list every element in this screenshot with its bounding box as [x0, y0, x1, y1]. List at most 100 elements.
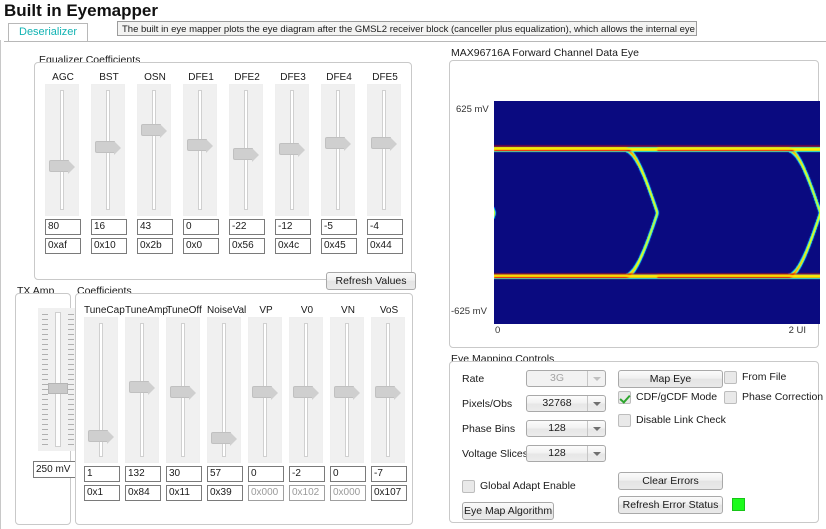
value-field-dfe3[interactable]: -12	[275, 219, 311, 235]
hex-field-vp[interactable]: 0x000	[248, 485, 284, 501]
slider-thumb-osn[interactable]	[141, 124, 161, 136]
hex-field-noiseval[interactable]: 0x39	[207, 485, 243, 501]
eye-diagram-canvas[interactable]	[494, 101, 820, 324]
slider-thumb-noiseval[interactable]	[211, 432, 231, 444]
value-field-v0[interactable]: -2	[289, 466, 325, 482]
slider-thumb-v0[interactable]	[293, 386, 313, 398]
value-field-tuneoff[interactable]: 30	[166, 466, 202, 482]
hex-field-osn[interactable]: 0x2b	[137, 238, 173, 254]
hex-field-dfe5[interactable]: 0x44	[367, 238, 403, 254]
slider-track-agc[interactable]	[45, 84, 79, 216]
slider-thumb-bst[interactable]	[95, 141, 115, 153]
slider-label-tuneamp: TuneAmp	[125, 304, 161, 317]
refresh-error-status-button[interactable]: Refresh Error Status	[618, 496, 723, 514]
slider-track-bst[interactable]	[91, 84, 125, 216]
eye-map-algorithm-button[interactable]: Eye Map Algorithm	[462, 502, 554, 520]
slider-thumb-tuneamp[interactable]	[129, 381, 149, 393]
slider-track-vn[interactable]	[330, 317, 364, 463]
value-field-dfe5[interactable]: -4	[367, 219, 403, 235]
slider-thumb-dfe4[interactable]	[325, 137, 345, 149]
slider-track-dfe3[interactable]	[275, 84, 309, 216]
value-field-tuneamp[interactable]: 132	[125, 466, 161, 482]
slider-label-vp: VP	[248, 304, 284, 317]
hex-field-tuneoff[interactable]: 0x11	[166, 485, 202, 501]
value-field-vn[interactable]: 0	[330, 466, 366, 482]
slider-track-dfe5[interactable]	[367, 84, 401, 216]
slider-thumb-vp[interactable]	[252, 386, 272, 398]
slider-thumb-tuneoff[interactable]	[170, 386, 190, 398]
checkbox-indicator[interactable]	[724, 391, 737, 404]
slider-track-tunecap[interactable]	[84, 317, 118, 463]
pixels-obs-combobox[interactable]: 32768	[526, 395, 606, 412]
phase-bins-combobox[interactable]: 128	[526, 420, 606, 437]
slider-label-dfe4: DFE4	[321, 71, 357, 84]
value-field-osn[interactable]: 43	[137, 219, 173, 235]
slider-label-osn: OSN	[137, 71, 173, 84]
value-field-dfe4[interactable]: -5	[321, 219, 357, 235]
map-eye-button[interactable]: Map Eye	[618, 370, 723, 388]
chevron-down-icon[interactable]	[587, 396, 605, 411]
slider-column-tuneamp: TuneAmp 132 0x84	[125, 304, 161, 501]
slider-thumb-dfe5[interactable]	[371, 137, 391, 149]
tab-deserializer[interactable]: Deserializer	[8, 23, 88, 41]
slider-column-tuneoff: TuneOff 30 0x11	[166, 304, 202, 501]
hex-field-v0[interactable]: 0x102	[289, 485, 325, 501]
hex-field-dfe3[interactable]: 0x4c	[275, 238, 311, 254]
slider-label-vos: VoS	[371, 304, 407, 317]
rate-value: 3G	[527, 371, 587, 386]
slider-track-vos[interactable]	[371, 317, 405, 463]
slider-track-dfe4[interactable]	[321, 84, 355, 216]
slider-column-dfe3: DFE3 -12 0x4c	[275, 71, 311, 254]
chevron-down-icon[interactable]	[587, 446, 605, 461]
slider-track-dfe1[interactable]	[183, 84, 217, 216]
hex-field-dfe4[interactable]: 0x45	[321, 238, 357, 254]
value-field-agc[interactable]: 80	[45, 219, 81, 235]
hex-field-vn[interactable]: 0x000	[330, 485, 366, 501]
tx-amp-thumb[interactable]	[48, 383, 68, 394]
hex-field-tunecap[interactable]: 0x1	[84, 485, 120, 501]
value-field-dfe2[interactable]: -22	[229, 219, 265, 235]
value-field-vp[interactable]: 0	[248, 466, 284, 482]
checkbox-indicator[interactable]	[724, 371, 737, 384]
hex-field-vos[interactable]: 0x107	[371, 485, 407, 501]
clear-errors-button[interactable]: Clear Errors	[618, 472, 723, 490]
chevron-down-icon[interactable]	[587, 421, 605, 436]
checkbox-indicator[interactable]	[618, 391, 631, 404]
slider-track-osn[interactable]	[137, 84, 171, 216]
value-field-dfe1[interactable]: 0	[183, 219, 219, 235]
equalizer-coefficients-group: AGC 80 0xaf BST 16 0x10 OSN 43 0x2b DFE1 0 0x0 DFE2-…	[34, 62, 412, 280]
slider-track-vp[interactable]	[248, 317, 282, 463]
slider-thumb-vos[interactable]	[375, 386, 395, 398]
slider-track-v0[interactable]	[289, 317, 323, 463]
slider-column-bst: BST 16 0x10	[91, 71, 127, 254]
slider-thumb-vn[interactable]	[334, 386, 354, 398]
value-field-noiseval[interactable]: 57	[207, 466, 243, 482]
slider-track-tuneoff[interactable]	[166, 317, 200, 463]
checkbox-indicator[interactable]	[618, 414, 631, 427]
rate-combobox[interactable]: 3G	[526, 370, 606, 387]
value-field-tunecap[interactable]: 1	[84, 466, 120, 482]
chevron-down-icon[interactable]	[587, 371, 605, 386]
slider-thumb-dfe3[interactable]	[279, 143, 299, 155]
slider-track-tuneamp[interactable]	[125, 317, 159, 463]
value-field-vos[interactable]: -7	[371, 466, 407, 482]
slider-thumb-dfe2[interactable]	[233, 148, 253, 160]
checkbox-indicator[interactable]	[462, 480, 475, 493]
hex-field-tuneamp[interactable]: 0x84	[125, 485, 161, 501]
slider-thumb-agc[interactable]	[49, 160, 69, 172]
voltage-slices-combobox[interactable]: 128	[526, 445, 606, 462]
hex-field-agc[interactable]: 0xaf	[45, 238, 81, 254]
tx-amp-slider[interactable]	[38, 308, 78, 451]
slider-thumb-dfe1[interactable]	[187, 139, 207, 151]
eye-plot-title: MAX96716A Forward Channel Data Eye	[449, 47, 641, 59]
refresh-values-button[interactable]: Refresh Values	[326, 272, 416, 290]
slider-track-dfe2[interactable]	[229, 84, 263, 216]
hex-field-dfe2[interactable]: 0x56	[229, 238, 265, 254]
hex-field-bst[interactable]: 0x10	[91, 238, 127, 254]
hex-field-dfe1[interactable]: 0x0	[183, 238, 219, 254]
slider-label-vn: VN	[330, 304, 366, 317]
value-field-bst[interactable]: 16	[91, 219, 127, 235]
slider-track-noiseval[interactable]	[207, 317, 241, 463]
slider-column-dfe5: DFE5 -4 0x44	[367, 71, 403, 254]
slider-thumb-tunecap[interactable]	[88, 430, 108, 442]
